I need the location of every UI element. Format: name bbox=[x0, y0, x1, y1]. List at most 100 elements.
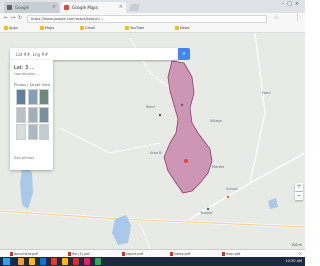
photo-thumbnail[interactable] bbox=[39, 89, 49, 105]
forward-arrow-icon[interactable]: → bbox=[11, 15, 15, 21]
photo-grid bbox=[16, 89, 49, 140]
pdf-icon bbox=[10, 252, 13, 256]
bookmark-icon bbox=[40, 26, 44, 30]
download-item[interactable]: notes.pdf bbox=[170, 252, 190, 256]
water-body bbox=[20, 167, 33, 209]
back-arrow-icon[interactable]: ← bbox=[4, 15, 8, 21]
photo-thumbnail[interactable] bbox=[27, 89, 38, 105]
bookmark-label: Gmail bbox=[85, 26, 96, 30]
photo-thumbnail[interactable] bbox=[39, 124, 49, 140]
download-label: notes.pdf bbox=[174, 252, 190, 256]
water-body bbox=[268, 198, 278, 209]
pdf-icon bbox=[122, 252, 125, 256]
tab-favicon-icon bbox=[7, 5, 12, 10]
map-place-label: Village bbox=[210, 119, 222, 123]
photo-thumbnail[interactable] bbox=[16, 106, 26, 123]
place-dot-icon[interactable] bbox=[226, 195, 230, 199]
system-clock: 10:30 AM bbox=[285, 259, 302, 263]
search-icon[interactable]: ⌕ bbox=[178, 48, 190, 60]
address-row: ← → ↻ https://www.google.com/maps/search… bbox=[0, 13, 305, 24]
boundary-polygon[interactable] bbox=[163, 60, 213, 194]
new-tab-button[interactable] bbox=[128, 4, 141, 11]
panel-subtitle: coordinates ... bbox=[14, 72, 40, 76]
bookmark-item[interactable]: Gmail bbox=[80, 26, 95, 30]
download-label: report.pdf bbox=[126, 252, 143, 256]
photo-thumbnail[interactable] bbox=[16, 124, 26, 140]
reload-icon[interactable]: ↻ bbox=[18, 15, 22, 21]
taskbar-app-icon[interactable] bbox=[84, 258, 90, 265]
close-icon[interactable]: × bbox=[52, 4, 56, 10]
bookmarks-bar: Apps Maps Gmail YouTube News bbox=[0, 24, 305, 33]
bookmark-icon bbox=[175, 26, 179, 30]
map-place-label: Market bbox=[212, 165, 225, 169]
close-icon[interactable]: × bbox=[299, 251, 302, 256]
panel-title: Lat: 3 ... bbox=[14, 65, 35, 71]
bookmark-item[interactable]: News bbox=[175, 26, 189, 30]
downloads-bar: document.pdf file (1).pdf report.pdf not… bbox=[0, 249, 305, 257]
taskbar-app-icon[interactable] bbox=[95, 258, 101, 265]
address-bar[interactable]: https://www.google.com/maps/search/ ... bbox=[27, 15, 267, 23]
bookmark-label: Apps bbox=[9, 26, 18, 30]
photo-thumbnail[interactable] bbox=[27, 106, 38, 123]
taskbar-app-icon[interactable] bbox=[40, 258, 46, 265]
taskbar-app-icon[interactable] bbox=[51, 258, 57, 265]
panel-tabs[interactable]: Photos | Street View bbox=[14, 83, 50, 87]
map-place-label: Farm bbox=[262, 91, 271, 95]
pdf-icon bbox=[68, 252, 71, 256]
bookmark-item[interactable]: YouTube bbox=[125, 26, 144, 30]
download-label: document.pdf bbox=[14, 252, 38, 256]
zoom-in-button[interactable]: + bbox=[295, 183, 303, 191]
browser-menu-icon[interactable]: ⋮ bbox=[295, 15, 300, 21]
taskbar-app-icon[interactable] bbox=[73, 258, 79, 265]
windows-start-icon[interactable] bbox=[3, 258, 10, 265]
download-item[interactable]: file (1).pdf bbox=[68, 252, 90, 256]
taskbar-app-icon[interactable] bbox=[62, 258, 68, 265]
bookmark-icon bbox=[80, 26, 84, 30]
road bbox=[139, 222, 151, 249]
place-dot-icon[interactable] bbox=[206, 207, 210, 211]
see-photos-link[interactable]: See photos bbox=[14, 156, 34, 160]
photo-thumbnail[interactable] bbox=[39, 106, 49, 123]
map-place-label: School bbox=[226, 187, 238, 191]
zoom-controls: + − bbox=[295, 183, 303, 201]
search-box[interactable]: Lat ##, Lng ## ⌕ bbox=[10, 48, 190, 60]
pdf-icon bbox=[222, 252, 225, 256]
apps-icon bbox=[4, 26, 8, 30]
photo-thumbnail[interactable] bbox=[27, 124, 38, 140]
place-dot-icon[interactable] bbox=[180, 103, 184, 107]
bookmark-icon bbox=[125, 26, 129, 30]
bookmark-item[interactable]: Maps bbox=[40, 26, 54, 30]
map-pin-icon[interactable] bbox=[184, 159, 188, 163]
zoom-out-button[interactable]: − bbox=[295, 192, 303, 200]
pdf-icon bbox=[170, 252, 173, 256]
browser-tab-strip: Google × Google Maps × –□× bbox=[0, 0, 305, 13]
road bbox=[249, 33, 266, 184]
road bbox=[129, 37, 171, 89]
taskbar-app-icon[interactable] bbox=[29, 258, 35, 265]
photo-thumbnail[interactable] bbox=[16, 89, 26, 105]
bookmark-star-icon[interactable]: ☆ bbox=[275, 15, 279, 21]
tab-title: Google Maps bbox=[72, 5, 98, 10]
map-place-label: Pond bbox=[146, 105, 155, 109]
download-label: map.pdf bbox=[226, 252, 241, 256]
bookmark-label: Maps bbox=[45, 26, 55, 30]
place-dot-icon[interactable] bbox=[158, 113, 162, 117]
tab-title: Google bbox=[15, 5, 30, 10]
map-place-label: Area B bbox=[150, 151, 162, 155]
download-item[interactable]: document.pdf bbox=[10, 252, 38, 256]
bookmark-label: YouTube bbox=[130, 26, 145, 30]
download-item[interactable]: report.pdf bbox=[122, 252, 143, 256]
download-item[interactable]: map.pdf bbox=[222, 252, 240, 256]
browser-tab[interactable]: Google × bbox=[4, 2, 59, 13]
map-canvas[interactable]: Pond Village Area B Market School Temple… bbox=[0, 33, 305, 249]
road bbox=[59, 127, 161, 154]
taskbar-app-icon[interactable] bbox=[18, 258, 24, 265]
close-icon[interactable]: × bbox=[119, 4, 123, 10]
bookmark-label: News bbox=[180, 26, 190, 30]
bookmark-item[interactable]: Apps bbox=[4, 26, 18, 30]
download-label: file (1).pdf bbox=[72, 252, 90, 256]
window-controls[interactable]: –□× bbox=[282, 1, 302, 7]
os-taskbar: 10:30 AM bbox=[0, 257, 305, 266]
search-input[interactable]: Lat ##, Lng ## bbox=[16, 52, 48, 57]
browser-tab-active[interactable]: Google Maps × bbox=[61, 2, 126, 13]
